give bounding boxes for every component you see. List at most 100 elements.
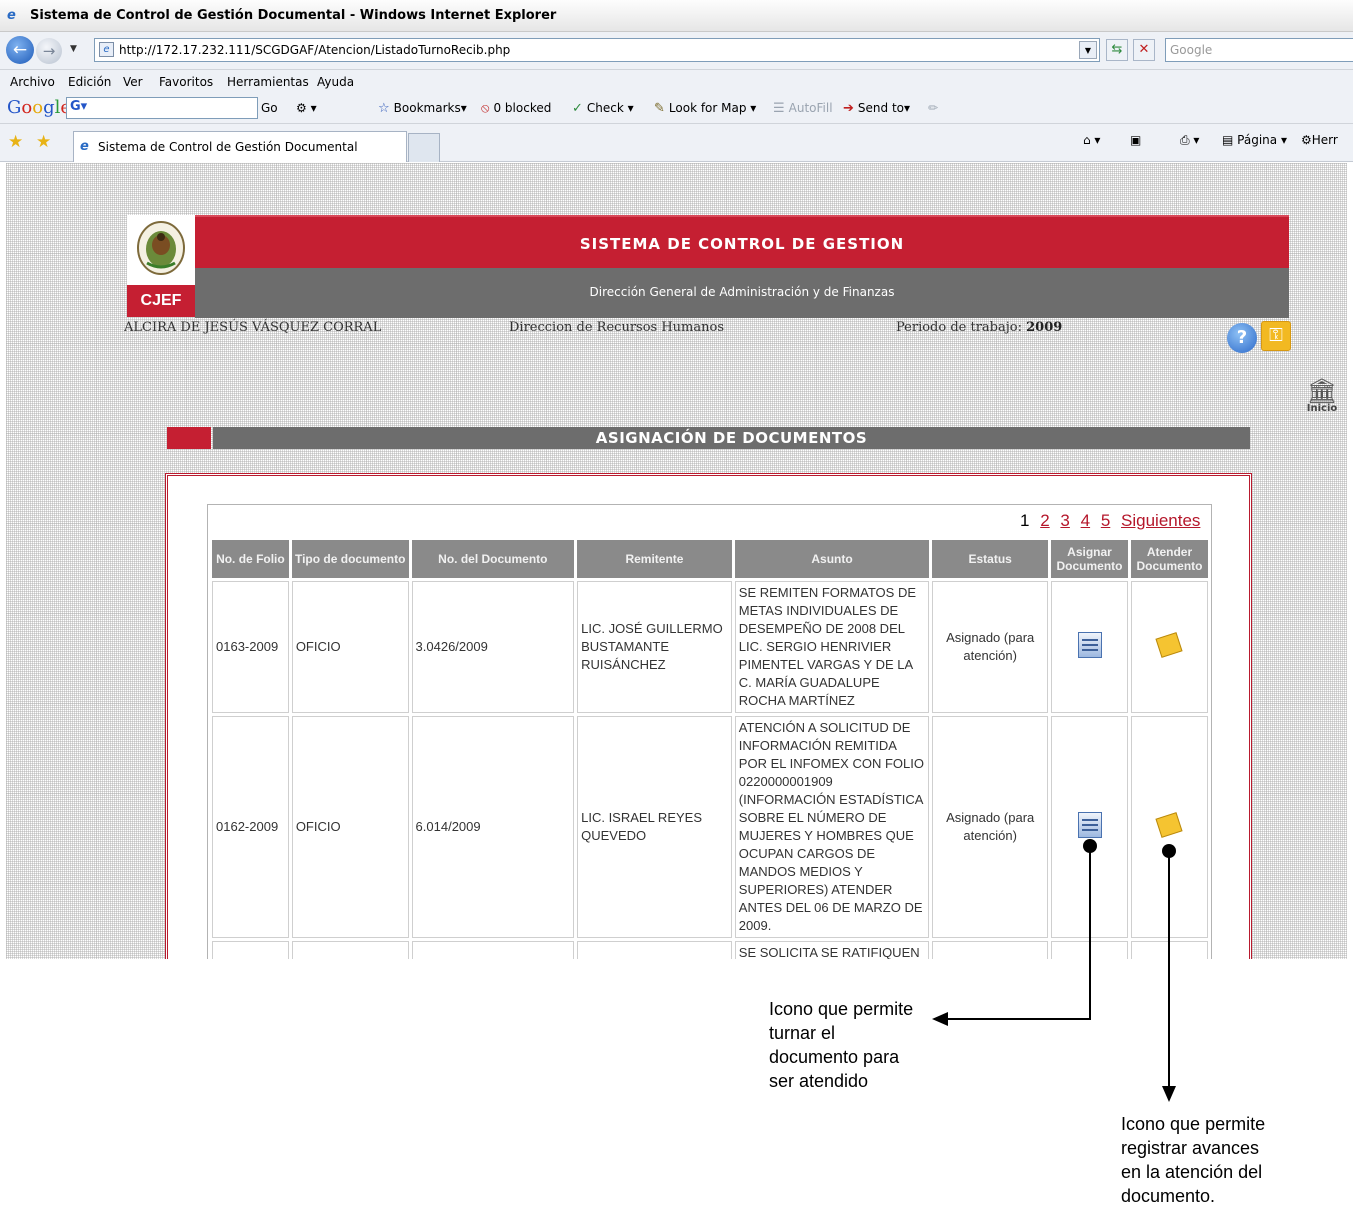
look-for-map-button[interactable]: ✎ Look for Map ▾ <box>654 101 756 116</box>
menu-herramientas[interactable]: Herramientas <box>227 75 309 89</box>
forward-arrow-icon[interactable]: → <box>36 38 62 64</box>
page-menu-label: Página <box>1237 133 1278 147</box>
google-g-icon: G▾ <box>70 99 88 114</box>
attend-document-icon[interactable] <box>1155 631 1184 658</box>
google-search-input[interactable]: G▾ <box>66 97 258 119</box>
spellcheck-icon: ✓ <box>572 101 583 116</box>
menu-edicion[interactable]: Edición <box>68 75 111 89</box>
pencil-icon[interactable]: ✏ <box>928 101 938 115</box>
home-building-icon: 🏛 <box>1306 377 1338 405</box>
pagination: 1 2 3 4 5 Siguientes <box>1020 511 1206 531</box>
help-icon[interactable]: ? <box>1227 323 1257 353</box>
go-button[interactable]: Go <box>261 101 278 115</box>
menu-archivo[interactable]: Archivo <box>10 75 55 89</box>
cell-remitente: LIC. ISRAEL REYES QUEVEDO <box>577 716 732 938</box>
documents-panel: 1 2 3 4 5 Siguientes No. de Folio Tipo d… <box>207 504 1212 959</box>
cell-folio: 0163-2009 <box>212 581 289 713</box>
work-period: Periodo de trabajo: 2009 <box>896 320 1062 335</box>
page-menu-button[interactable]: ▤ Página ▾ <box>1222 133 1287 147</box>
table-row: 0162-2009 OFICIO 6.014/2009 LIC. ISRAEL … <box>212 716 1208 938</box>
refresh-icon[interactable]: ⇆ <box>1106 39 1128 61</box>
bookmarks-label: Bookmarks <box>393 101 461 115</box>
menu-ayuda[interactable]: Ayuda <box>317 75 354 89</box>
cell-estatus: Asignado (para atención) <box>932 716 1049 938</box>
url-text[interactable]: http://172.17.232.111/SCGDGAF/Atencion/L… <box>119 43 510 57</box>
cell-asignar <box>1051 941 1128 959</box>
print-icon[interactable]: ⎙ ▾ <box>1180 133 1199 148</box>
toolbar-tools-icon[interactable]: ⚙ ▾ <box>296 101 317 115</box>
attend-callout-arrow <box>1162 1086 1176 1102</box>
period-label: Periodo de trabajo: <box>896 320 1022 335</box>
menu-favoritos[interactable]: Favoritos <box>159 75 213 89</box>
cell-atender <box>1130 941 1208 959</box>
header-banner: SISTEMA DE CONTROL DE GESTION <box>195 215 1289 268</box>
menu-ver[interactable]: Ver <box>123 75 143 89</box>
col-header-estatus[interactable]: Estatus <box>932 540 1049 578</box>
cell-folio: 0162-2009 <box>212 716 289 938</box>
screenshot-root: e Sistema de Control de Gestión Document… <box>0 0 1353 1205</box>
cell-tipo: OFICIO <box>291 716 409 938</box>
home-icon[interactable]: ⌂ ▾ <box>1083 133 1100 147</box>
search-placeholder: Google <box>1170 43 1213 57</box>
history-dropdown-icon[interactable]: ▼ <box>70 44 77 54</box>
page-link-4[interactable]: 4 <box>1081 511 1090 530</box>
cell-numero: 3.0426/2009 <box>411 581 575 713</box>
cell-atender <box>1130 716 1208 938</box>
page-link-5[interactable]: 5 <box>1101 511 1110 530</box>
search-input[interactable]: Google <box>1165 38 1353 62</box>
add-favorites-icon[interactable]: ★ <box>36 132 51 152</box>
popup-blocker-button[interactable]: ⦸ 0 blocked <box>481 101 551 116</box>
send-to-label: Send to <box>857 101 904 115</box>
cell-asignar <box>1051 581 1128 713</box>
autofill-button[interactable]: ☰ AutoFill <box>773 101 833 116</box>
send-to-icon: ➔ <box>843 101 854 116</box>
tab-bar: ★ ★ e Sistema de Control de Gestión Docu… <box>0 124 1353 162</box>
tools-gear-icon: ⚙ <box>1301 133 1312 147</box>
table-row: 0163-2009 OFICIO 3.0426/2009 LIC. JOSÉ G… <box>212 581 1208 713</box>
col-header-asunto[interactable]: Asunto <box>734 540 930 578</box>
address-input[interactable]: e http://172.17.232.111/SCGDGAF/Atencion… <box>94 38 1100 62</box>
new-tab-button[interactable] <box>408 133 440 162</box>
cell-tipo: OFICIO <box>291 581 409 713</box>
assign-document-icon[interactable] <box>1077 631 1102 658</box>
attend-document-icon[interactable] <box>1155 811 1184 838</box>
cell-estatus <box>932 941 1049 959</box>
page-link-2[interactable]: 2 <box>1040 511 1049 530</box>
address-dropdown-icon[interactable]: ▼ <box>1079 41 1097 59</box>
menu-bar: Archivo Edición Ver Favoritos Herramient… <box>0 70 1353 94</box>
bookmarks-button[interactable]: ☆ Bookmarks▾ <box>378 101 467 116</box>
back-arrow-icon[interactable]: ← <box>6 36 34 64</box>
system-subtitle: Dirección General de Administración y de… <box>589 285 895 299</box>
page-viewport: CJEF SISTEMA DE CONTROL DE GESTION Direc… <box>6 163 1347 959</box>
col-header-atender[interactable]: Atender Documento <box>1130 540 1208 578</box>
user-name: ALCIRA DE JESÚS VÁSQUEZ CORRAL <box>124 320 382 335</box>
col-header-remitente[interactable]: Remitente <box>577 540 732 578</box>
autofill-label: AutoFill <box>788 101 833 115</box>
assign-icon-note: Icono que permite turnar el documento pa… <box>769 999 914 1091</box>
inicio-button[interactable]: 🏛 Inicio <box>1302 379 1342 421</box>
feeds-icon[interactable]: ▣ <box>1130 133 1141 147</box>
section-header: ASIGNACIÓN DE DOCUMENTOS <box>213 427 1250 449</box>
period-value: 2009 <box>1026 320 1063 335</box>
col-header-folio[interactable]: No. de Folio <box>212 540 289 578</box>
tab-label: Sistema de Control de Gestión Documental <box>98 140 358 154</box>
favorites-star-icon[interactable]: ★ <box>8 132 23 152</box>
cell-asunto: ATENCIÓN A SOLICITUD DE INFORMACIÓN REMI… <box>734 716 930 938</box>
stop-icon[interactable]: ✕ <box>1133 39 1155 61</box>
col-header-numero[interactable]: No. del Documento <box>411 540 575 578</box>
tools-menu-button[interactable]: ⚙Herr <box>1301 133 1338 147</box>
cell-remitente: LIC. JOSÉ GUILLERMO BUSTAMANTE RUISÁNCHE… <box>577 581 732 713</box>
spellcheck-button[interactable]: ✓ Check ▾ <box>572 101 634 116</box>
key-icon[interactable]: ⚿ <box>1261 321 1291 351</box>
next-page-link[interactable]: Siguientes <box>1121 511 1200 530</box>
col-header-tipo[interactable]: Tipo de documento <box>291 540 409 578</box>
col-header-asignar[interactable]: Asignar Documento <box>1051 540 1128 578</box>
assign-document-icon[interactable] <box>1077 811 1102 838</box>
page-menu-icon: ▤ <box>1222 133 1238 147</box>
inicio-label: Inicio <box>1306 403 1338 414</box>
tab-sistema[interactable]: e Sistema de Control de Gestión Document… <box>73 131 407 162</box>
documents-frame: 1 2 3 4 5 Siguientes No. de Folio Tipo d… <box>165 473 1252 959</box>
department-name: Direccion de Recursos Humanos <box>509 320 724 335</box>
page-link-3[interactable]: 3 <box>1060 511 1069 530</box>
send-to-button[interactable]: ➔ Send to▾ <box>843 101 910 116</box>
